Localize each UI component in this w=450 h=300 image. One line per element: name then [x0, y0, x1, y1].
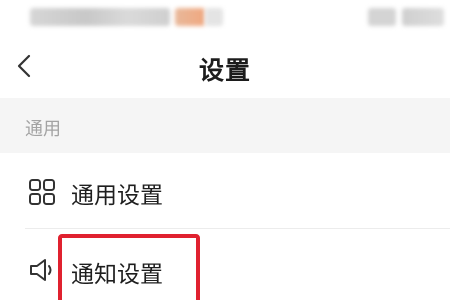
divider — [25, 228, 450, 229]
settings-screen: 设置 通用 通用设置 通知设置 — [0, 0, 450, 300]
status-bar — [0, 0, 450, 34]
general-settings-label: 通用设置 — [71, 183, 163, 209]
section-header: 通用 — [0, 98, 450, 153]
status-bar-blurred-info — [175, 8, 205, 26]
section-label: 通用 — [25, 119, 61, 140]
notification-settings-label: 通知设置 — [71, 262, 163, 288]
status-bar-blurred-icons — [368, 8, 396, 26]
status-bar-blurred-info — [30, 8, 170, 26]
status-bar-blurred-info — [205, 8, 223, 26]
nav-bar: 设置 — [0, 34, 450, 98]
page-title: 设置 — [198, 56, 251, 85]
grid-icon — [28, 178, 56, 206]
notification-settings-item[interactable]: 通知设置 — [0, 232, 450, 300]
speaker-icon — [28, 256, 56, 284]
general-settings-item[interactable]: 通用设置 — [0, 155, 450, 229]
status-bar-blurred-icons — [402, 8, 444, 26]
